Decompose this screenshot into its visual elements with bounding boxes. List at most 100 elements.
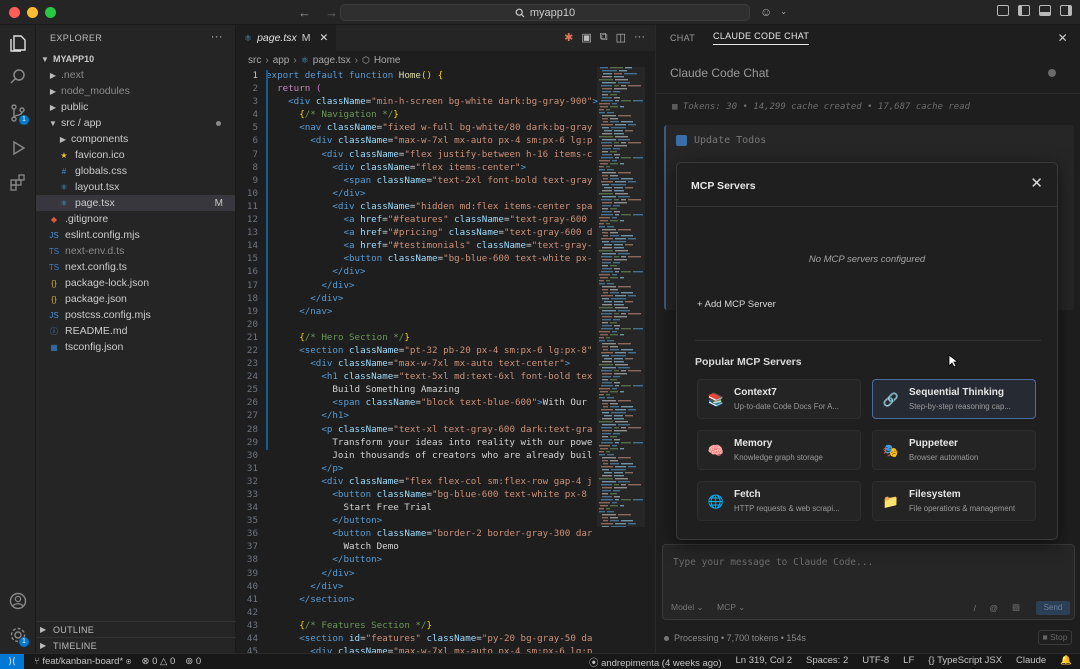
line-number: 3 [252, 96, 258, 108]
code-editor[interactable]: 1 export default function Home() {2 retur… [236, 69, 655, 653]
branch-status[interactable]: ⑂ feat/kanban-board* ◉ [34, 656, 132, 667]
add-mcp-server-button[interactable]: + Add MCP Server [697, 295, 776, 313]
breadcrumb-item[interactable]: src [248, 55, 261, 66]
code-text: {/* Hero Section */} [299, 331, 410, 343]
line-number: 17 [246, 279, 258, 291]
explorer-item[interactable]: ★ favicon.ico [36, 147, 235, 163]
explorer-item[interactable]: {} package-lock.json [36, 275, 235, 291]
mcp-server-card[interactable]: 📁 Filesystem File operations & management [872, 481, 1036, 521]
git-blame[interactable]: ⦿ andrepimenta (4 weeks ago) [589, 655, 722, 669]
tab-chat[interactable]: CHAT [670, 33, 695, 43]
layout-icon[interactable] [997, 5, 1009, 16]
indentation[interactable]: Spaces: 2 [806, 655, 848, 669]
brain-icon: 🧠 [707, 443, 725, 458]
explorer-item[interactable]: ▼ src / app [36, 115, 235, 131]
code-line: 27 </h1> [236, 409, 655, 422]
slash-command-icon[interactable]: / [974, 603, 976, 613]
extensions-icon[interactable] [8, 173, 28, 193]
image-icon[interactable]: ▨ [1012, 602, 1020, 613]
toggle-panel-icon[interactable] [1039, 5, 1051, 16]
explorer-item-label: page.tsx [75, 197, 115, 209]
encoding[interactable]: UTF-8 [862, 655, 889, 669]
cursor-position[interactable]: Ln 319, Col 2 [735, 655, 792, 669]
breadcrumb-item[interactable]: Home [374, 55, 401, 66]
copilot-menu[interactable]: ☺ ⌄ [760, 5, 787, 19]
claude-status[interactable]: Claude [1016, 655, 1046, 669]
explorer-item-label: node_modules [61, 85, 130, 97]
minimap[interactable] [597, 67, 645, 527]
status-right: ⦿ andrepimenta (4 weeks ago) Ln 319, Col… [589, 655, 1072, 669]
line-ending[interactable]: LF [903, 655, 914, 669]
close-icon[interactable]: ✕ [320, 32, 329, 44]
code-line: 30 Join thousands of creators who are al… [236, 449, 655, 462]
minimap-viewport[interactable] [597, 67, 645, 527]
compare-icon[interactable]: ⧉ [600, 31, 608, 44]
back-arrow-icon[interactable]: ← [298, 5, 311, 20]
tab-claude-code-chat[interactable]: CLAUDE CODE CHAT [713, 31, 810, 45]
search-icon[interactable] [8, 67, 28, 87]
explorer-item[interactable]: JS eslint.config.mjs [36, 227, 235, 243]
code-line: 36 <button className="border-2 border-gr… [236, 527, 655, 540]
maximize-window-button[interactable] [45, 6, 56, 18]
explorer-item[interactable]: ⚛ page.tsx M [36, 195, 235, 211]
mcp-server-card[interactable]: 🌐 Fetch HTTP requests & web scrapi... [697, 481, 861, 521]
close-icon[interactable]: ✕ [1058, 31, 1068, 45]
explorer-item[interactable]: ⓘ README.md [36, 323, 235, 339]
explorer-item[interactable]: # globals.css [36, 163, 235, 179]
explorer-item[interactable]: ▶ node_modules [36, 83, 235, 99]
outline-section[interactable]: ▶ OUTLINE [36, 621, 236, 637]
toggle-secondary-sidebar-icon[interactable] [1060, 5, 1072, 16]
react-icon: ⚛ [300, 54, 309, 65]
mcp-selector[interactable]: MCP ⌄ [717, 602, 745, 613]
explorer-item[interactable]: {} package.json [36, 291, 235, 307]
code-line: 8 <div className="flex items-center"> [236, 161, 655, 174]
mcp-server-card[interactable]: 🎭 Puppeteer Browser automation [872, 430, 1036, 470]
breadcrumb-item[interactable]: page.tsx [313, 55, 351, 66]
mcp-server-card[interactable]: 🔗 Sequential Thinking Step-by-step reasoni… [872, 379, 1036, 419]
toggle-sidebar-icon[interactable] [1018, 5, 1030, 16]
explorer-item[interactable]: ▦ tsconfig.json [36, 339, 235, 355]
more-actions-icon[interactable]: ··· [634, 31, 645, 44]
command-center[interactable]: myapp10 [340, 4, 750, 21]
chat-icon[interactable]: ▣ [581, 31, 591, 44]
stop-button[interactable]: ■ Stop [1038, 630, 1072, 645]
forward-arrow-icon[interactable]: → [325, 5, 338, 20]
account-icon[interactable] [8, 591, 28, 611]
title-bar: ← → myapp10 ☺ ⌄ [0, 0, 1080, 25]
explorer-item[interactable]: ⚛ layout.tsx [36, 179, 235, 195]
language-mode[interactable]: {} TypeScript JSX [928, 655, 1002, 669]
tab-page-tsx[interactable]: ⚛ page.tsx M ✕ [236, 25, 337, 51]
mcp-server-card[interactable]: 📚 Context7 Up-to-date Code Docs For A... [697, 379, 861, 419]
code-text: <button className="border-2 border-gray-… [332, 528, 593, 540]
close-window-button[interactable] [9, 6, 20, 18]
timeline-section[interactable]: ▶ TIMELINE [36, 637, 236, 653]
breadcrumb-item[interactable]: app [273, 55, 290, 66]
explorer-item[interactable]: JS postcss.config.mjs [36, 307, 235, 323]
explorer-item[interactable]: TS next-env.d.ts [36, 243, 235, 259]
timeline-label: TIMELINE [53, 640, 97, 651]
run-debug-icon[interactable] [8, 138, 28, 158]
explorer-item[interactable]: ▶ components [36, 131, 235, 147]
notifications-icon[interactable]: 🔔 [1060, 655, 1072, 669]
model-selector[interactable]: Model ⌄ [671, 602, 704, 613]
explorer-item[interactable]: ◆ .gitignore [36, 211, 235, 227]
message-input[interactable]: Type your message to Claude Code... Mode… [662, 544, 1075, 620]
mention-icon[interactable]: @ [989, 603, 998, 613]
problems-status[interactable]: ⊗ 0 △ 0 [142, 656, 176, 667]
mcp-server-desc: Up-to-date Code Docs For A... [734, 402, 839, 411]
explorer-item[interactable]: ▶ .next [36, 67, 235, 83]
send-button[interactable]: Send [1036, 601, 1070, 615]
minimize-window-button[interactable] [27, 6, 38, 18]
close-icon[interactable]: ✕ [1030, 174, 1043, 192]
mcp-server-card[interactable]: 🧠 Memory Knowledge graph storage [697, 430, 861, 470]
more-actions-icon[interactable]: ··· [211, 31, 223, 43]
split-editor-icon[interactable]: ◫ [616, 31, 626, 44]
remote-indicator[interactable]: ⟩⟨ [0, 653, 24, 669]
workspace-root[interactable]: ▼ MYAPP10 [36, 51, 235, 67]
claude-icon[interactable]: ✱ [564, 31, 573, 44]
explorer-item[interactable]: ▶ public [36, 99, 235, 115]
explorer-item[interactable]: TS next.config.ts [36, 259, 235, 275]
modal-header: MCP Servers ✕ [677, 163, 1057, 207]
ports-status[interactable]: ⊚ 0 [185, 656, 201, 667]
files-icon[interactable] [8, 33, 28, 53]
